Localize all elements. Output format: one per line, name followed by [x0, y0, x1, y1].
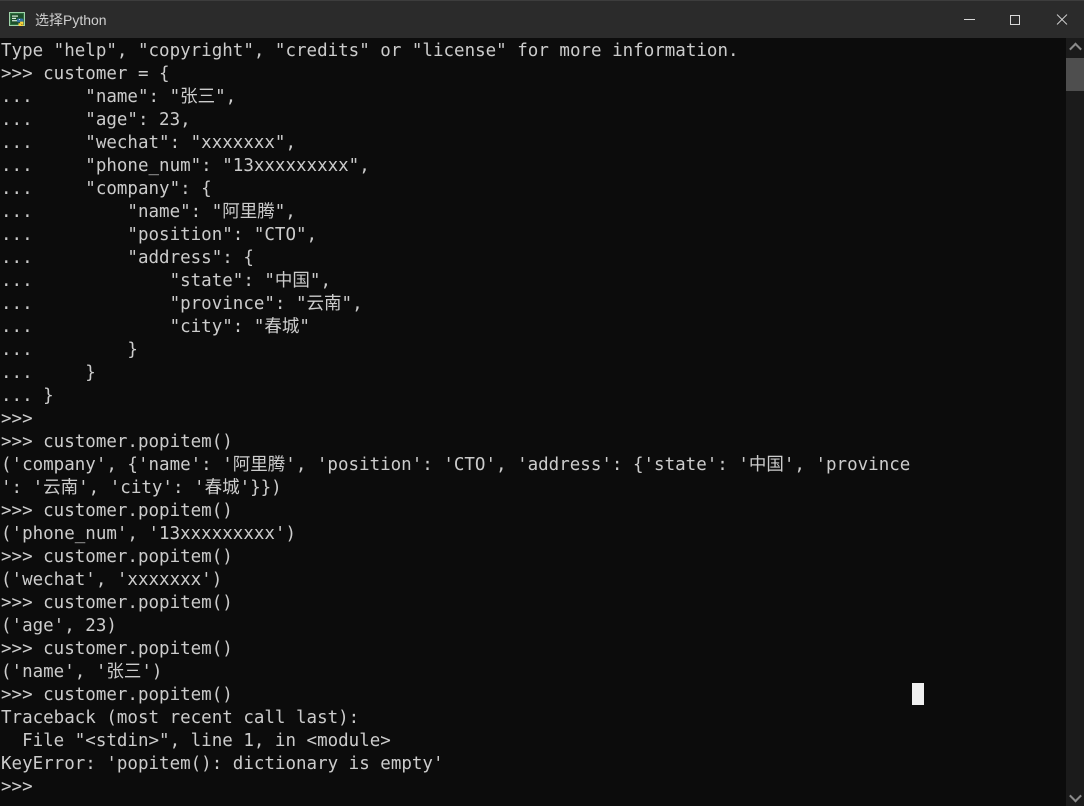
text-caret: [912, 683, 924, 705]
console-window: 选择Python Type "help", "copyright", "cred…: [0, 0, 1084, 806]
window-titlebar[interactable]: 选择Python: [0, 0, 1084, 38]
window-title: 选择Python: [35, 11, 107, 28]
window-controls: [946, 1, 1084, 39]
close-icon: [1055, 14, 1067, 26]
maximize-icon: [1010, 14, 1020, 25]
scroll-up-button[interactable]: [1066, 38, 1084, 56]
maximize-button[interactable]: [992, 1, 1038, 39]
python-console-icon: [9, 11, 27, 29]
close-button[interactable]: [1038, 1, 1084, 39]
minimize-button[interactable]: [946, 1, 992, 39]
terminal-output-area[interactable]: Type "help", "copyright", "credits" or "…: [0, 38, 1066, 806]
minimize-icon: [963, 19, 975, 20]
vertical-scrollbar[interactable]: [1066, 38, 1084, 806]
titlebar-left: 选择Python: [0, 11, 946, 29]
terminal-text: Type "help", "copyright", "credits" or "…: [1, 41, 911, 797]
scrollbar-thumb[interactable]: [1066, 58, 1084, 91]
chevron-down-icon: [1068, 789, 1082, 802]
chevron-up-icon: [1068, 42, 1082, 55]
scroll-down-button[interactable]: [1066, 788, 1084, 806]
